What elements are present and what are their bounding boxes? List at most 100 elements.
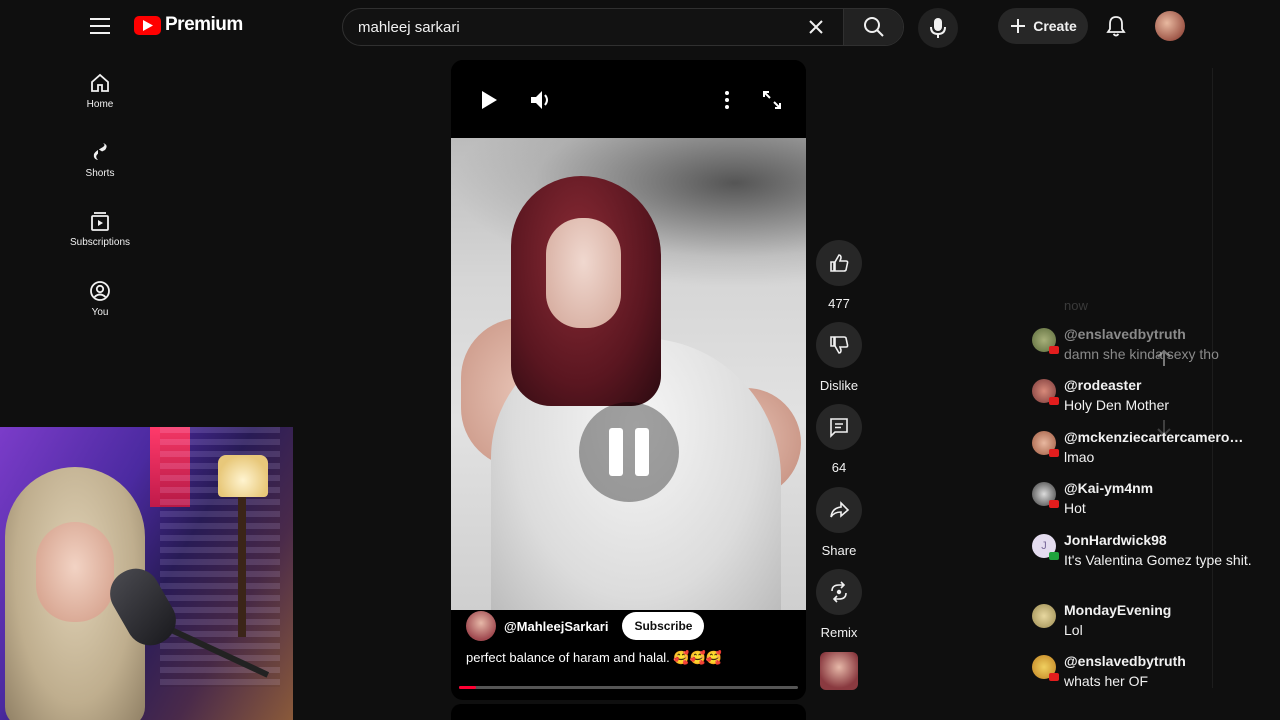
search-button[interactable] [843, 9, 903, 45]
comments-action: 64 [814, 404, 864, 475]
chat-text: Hot [1064, 500, 1086, 516]
share-action: Share [814, 487, 864, 558]
chat-message: @rodeaster Holy Den Mother [1032, 377, 1262, 415]
you-icon [90, 281, 110, 301]
volume-icon[interactable] [525, 84, 557, 116]
nav-label-you: You [91, 307, 109, 318]
remix-label: Remix [820, 625, 858, 640]
chat-message: @mckenziecartercamero… lmao [1032, 429, 1262, 467]
chat-message: @Kai-ym4nm Hot [1032, 480, 1262, 518]
nav-item-subscriptions[interactable]: Subscriptions [64, 210, 136, 270]
create-button[interactable]: Create [998, 8, 1088, 44]
dislike-button[interactable] [816, 322, 862, 368]
chat-username: MondayEvening [1064, 602, 1172, 618]
pause-bar-right [635, 428, 649, 476]
top-bar: Premium Create [0, 0, 1280, 56]
chat-text: It's Valentina Gomez type shit. [1064, 552, 1252, 568]
video-caption: perfect balance of haram and halal. 🥰🥰🥰 [466, 650, 722, 665]
nav-item-you[interactable]: You [64, 280, 136, 340]
channel-row: @MahleejSarkari Subscribe [466, 610, 705, 642]
comment-count: 64 [831, 460, 847, 475]
dislike-label: Dislike [819, 378, 859, 393]
chat-username: @rodeaster [1064, 377, 1142, 393]
shorts-player: @MahleejSarkari Subscribe perfect balanc… [451, 60, 806, 700]
chat-avatar [1032, 328, 1059, 354]
search-icon [863, 17, 884, 37]
chat-text: Lol [1064, 622, 1083, 638]
voice-search-button[interactable] [918, 8, 958, 48]
audio-source-thumbnail[interactable] [820, 652, 858, 690]
comment-icon [830, 418, 848, 438]
subscriptions-icon [91, 212, 109, 231]
chat-message: @enslavedbytruth damn she kinda sexy tho [1032, 326, 1262, 364]
remix-button[interactable] [816, 569, 862, 615]
menu-icon[interactable] [86, 12, 114, 40]
share-icon [830, 501, 850, 518]
video-face [546, 218, 621, 328]
clear-search-icon[interactable] [801, 12, 831, 42]
like-count: 477 [828, 296, 850, 311]
scroll-down-arrow-icon[interactable] [1150, 414, 1178, 442]
chat-text: lmao [1064, 449, 1095, 465]
account-avatar[interactable] [1155, 11, 1185, 41]
comments-button[interactable] [816, 404, 862, 450]
home-icon [91, 73, 109, 92]
like-button[interactable] [816, 240, 862, 286]
chat-message: @enslavedbytruth whats her OF [1032, 653, 1262, 691]
pause-overlay-icon[interactable] [579, 402, 679, 502]
chat-username: @enslavedbytruth [1064, 326, 1186, 342]
scroll-up-arrow-icon[interactable] [1150, 344, 1178, 372]
chat-text: Holy Den Mother [1064, 397, 1170, 413]
chat-text: whats her OF [1064, 673, 1149, 689]
subscribe-button[interactable]: Subscribe [622, 612, 705, 640]
play-icon[interactable] [473, 84, 505, 116]
create-label: Create [1033, 18, 1077, 34]
thumbs-up-icon [830, 254, 849, 272]
chat-message: MondayEvening Lol [1032, 602, 1262, 640]
chat-avatar [1032, 431, 1059, 457]
microphone-icon [930, 18, 946, 38]
more-options-icon[interactable] [711, 84, 743, 116]
next-short-preview[interactable] [451, 704, 806, 720]
remix-icon [831, 581, 847, 603]
channel-avatar[interactable] [466, 611, 496, 641]
streamer-webcam-overlay [0, 427, 293, 720]
progress-bar[interactable] [459, 686, 798, 689]
share-label: Share [821, 543, 857, 558]
chat-timestamp: now [1064, 298, 1088, 313]
plus-icon [1011, 19, 1026, 33]
chat-avatar: J [1032, 534, 1059, 560]
chat-username: @Kai-ym4nm [1064, 480, 1154, 496]
notifications-bell-icon[interactable] [1100, 10, 1132, 42]
shorts-icon [93, 143, 107, 160]
pause-bar-left [609, 428, 623, 476]
chat-avatar [1032, 482, 1059, 508]
chat-avatar [1032, 604, 1056, 628]
app-root: Premium Create Home Shorts [0, 0, 1280, 720]
nav-item-shorts[interactable]: Shorts [64, 141, 136, 201]
chat-username: JonHardwick98 [1064, 532, 1167, 548]
chat-text: damn she kinda sexy tho [1064, 346, 1219, 362]
chat-avatar [1032, 655, 1059, 681]
chat-avatar [1032, 379, 1059, 405]
share-button[interactable] [816, 487, 862, 533]
channel-name[interactable]: @MahleejSarkari [504, 619, 608, 634]
nav-item-home[interactable]: Home [64, 72, 136, 132]
nav-label-home: Home [86, 99, 114, 110]
nav-label-shorts: Shorts [85, 168, 115, 179]
webcam-lamp [218, 455, 268, 497]
youtube-logo[interactable]: Premium [134, 14, 243, 36]
nav-label-subscriptions: Subscriptions [69, 237, 131, 248]
video-frame[interactable] [451, 138, 806, 610]
logo-text: Premium [165, 14, 243, 35]
like-action: 477 [814, 240, 864, 311]
webcam-lamp-stand [238, 497, 246, 637]
progress-bar-fill [459, 686, 476, 689]
webcam-streamer-face [36, 522, 114, 622]
dislike-action: Dislike [814, 322, 864, 393]
thumbs-down-icon [830, 336, 849, 354]
search-input[interactable] [343, 9, 801, 45]
player-controls [451, 60, 806, 138]
fullscreen-icon[interactable] [756, 84, 788, 116]
remix-action: Remix [814, 569, 864, 640]
